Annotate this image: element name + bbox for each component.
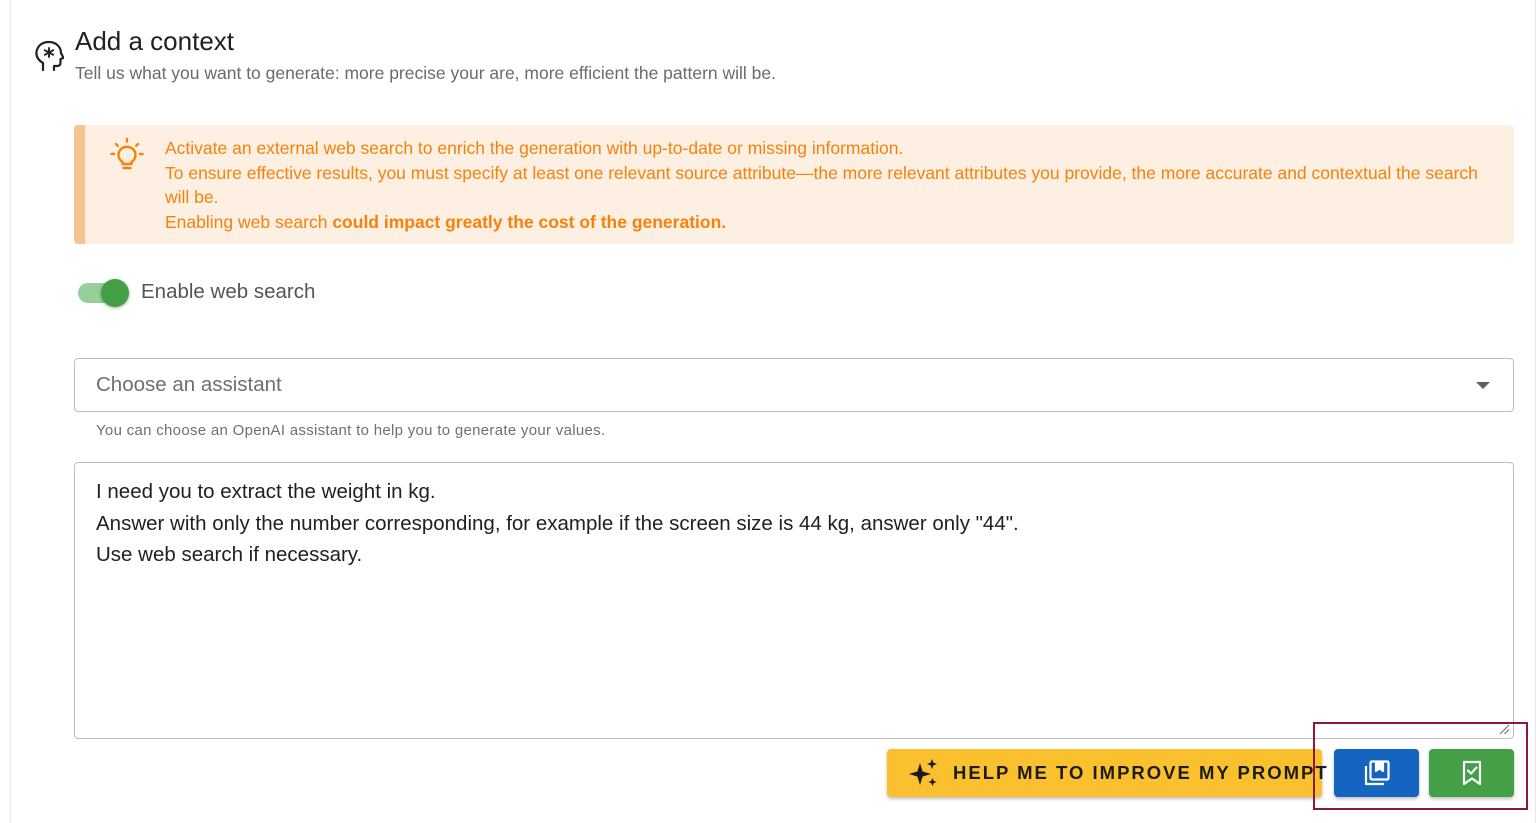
alert-line-1: Activate an external web search to enric…: [165, 138, 904, 158]
save-prompt-button[interactable]: [1429, 749, 1514, 797]
web-search-toggle[interactable]: [77, 278, 129, 308]
prompt-line: I need you to extract the weight in kg.: [96, 480, 436, 503]
assistant-helper-text: You can choose an OpenAI assistant to he…: [96, 422, 606, 439]
prompt-textarea[interactable]: I need you to extract the weight in kg. …: [74, 462, 1514, 739]
toggle-thumb: [101, 279, 129, 307]
assistant-select-placeholder: Choose an assistant: [96, 373, 282, 396]
prompt-line: Use web search if necessary.: [96, 543, 363, 566]
alert-line-2: To ensure effective results, you must sp…: [165, 162, 1478, 208]
dropdown-arrow-icon[interactable]: [1476, 382, 1490, 389]
improve-prompt-label: HELP ME TO IMPROVE MY PROMPT: [953, 762, 1329, 783]
prompt-library-icon: [1364, 760, 1390, 786]
web-search-toggle-label: Enable web search: [141, 280, 316, 303]
resize-handle-icon[interactable]: [1498, 723, 1510, 735]
sparkle-icon: [909, 759, 937, 786]
alert-text: Activate an external web search to enric…: [165, 136, 1495, 234]
lightbulb-icon: [110, 137, 144, 170]
page-subtitle: Tell us what you want to generate: more …: [75, 63, 777, 83]
prompt-library-button[interactable]: [1334, 749, 1419, 797]
alert-line-3: Enabling web search could impact greatly…: [165, 210, 1495, 235]
head-brain-icon: [35, 40, 64, 72]
assistant-select[interactable]: Choose an assistant: [74, 358, 1514, 412]
alert-line-3-bold: could impact greatly the cost of the gen…: [332, 211, 727, 232]
improve-prompt-button[interactable]: HELP ME TO IMPROVE MY PROMPT: [887, 749, 1327, 797]
web-search-info-alert: Activate an external web search to enric…: [74, 125, 1514, 244]
bookmark-check-icon: [1462, 760, 1481, 786]
page-title: Add a context: [75, 26, 234, 56]
prompt-text: I need you to extract the weight in kg. …: [96, 476, 1019, 571]
prompt-line: Answer with only the number correspondin…: [96, 511, 1019, 535]
alert-line-3-prefix: Enabling web search: [165, 211, 333, 232]
